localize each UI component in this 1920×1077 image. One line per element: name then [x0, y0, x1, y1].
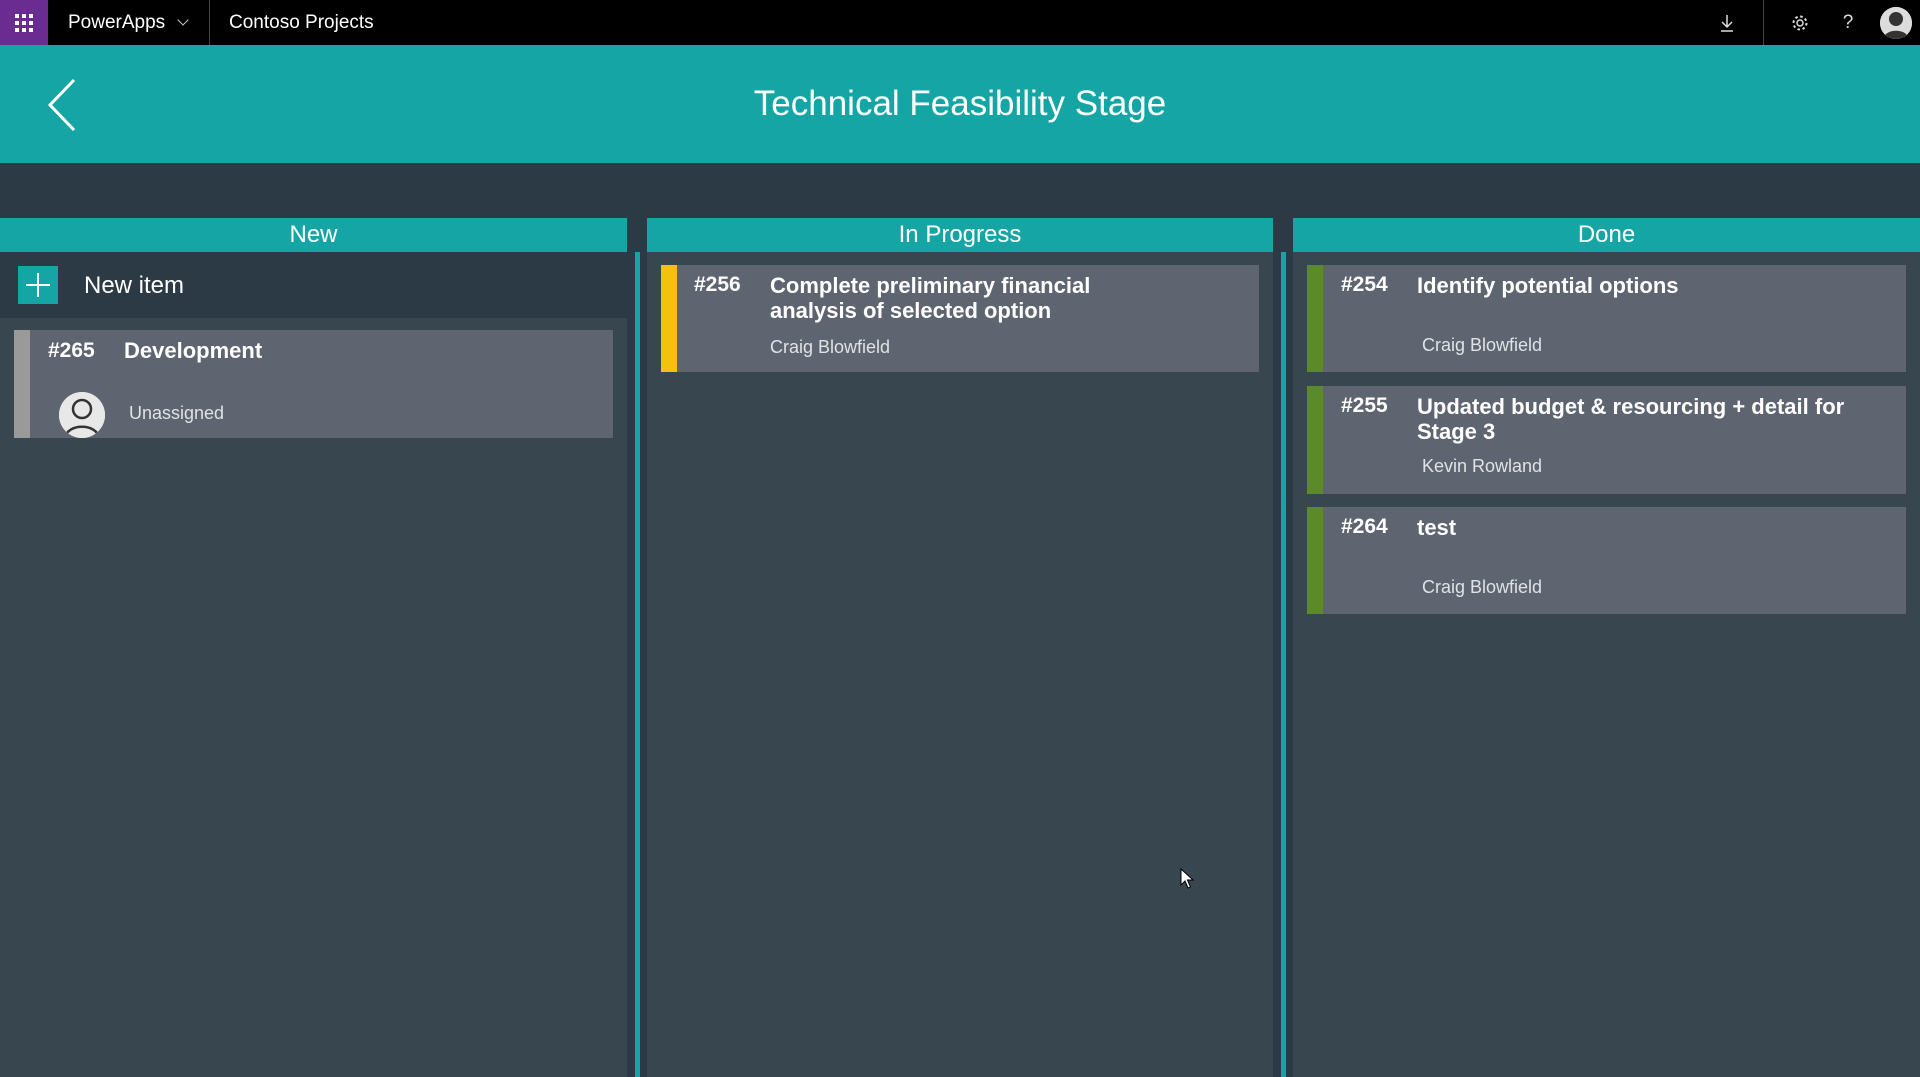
card-264[interactable]: #264 test Craig Blowfield — [1307, 507, 1906, 614]
column-header-done: Done — [1293, 218, 1920, 252]
page-header: Technical Feasibility Stage — [0, 45, 1920, 163]
card-254[interactable]: #254 Identify potential options Craig Bl… — [1307, 265, 1906, 372]
card-assignee: Kevin Rowland — [1422, 456, 1543, 476]
divider — [1763, 0, 1764, 45]
brand-menu[interactable]: PowerApps — [48, 0, 210, 45]
status-stripe — [661, 265, 677, 372]
new-item-label: New item — [84, 272, 185, 299]
card-number: #255 — [1341, 394, 1388, 417]
page-title: Technical Feasibility Stage — [753, 84, 1167, 123]
card-title: Updated budget & resourcing + detail for… — [1417, 394, 1845, 444]
card-256[interactable]: #256 Complete preliminary financial anal… — [661, 265, 1259, 372]
chevron-down-icon — [177, 14, 189, 26]
card-title: Identify potential options — [1417, 273, 1679, 298]
card-number: #256 — [694, 273, 741, 296]
waffle-icon[interactable] — [0, 0, 48, 45]
mouse-cursor-icon — [1180, 867, 1196, 890]
card-assignee: Unassigned — [129, 403, 225, 423]
card-title: Complete preliminary financial analysis … — [770, 273, 1091, 323]
person-icon — [59, 392, 105, 438]
card-title: Development — [124, 338, 263, 363]
status-stripe — [14, 330, 30, 438]
new-item-button[interactable]: New item — [0, 252, 627, 318]
status-stripe — [1307, 265, 1323, 372]
column-header-new: New — [0, 218, 627, 252]
status-stripe — [1307, 507, 1323, 614]
settings-icon[interactable] — [1776, 0, 1824, 45]
card-255[interactable]: #255 Updated budget & resourcing + detai… — [1307, 386, 1906, 494]
card-number: #254 — [1341, 273, 1388, 296]
status-stripe — [1307, 386, 1323, 494]
card-assignee: Craig Blowfield — [770, 337, 891, 357]
card-number: #264 — [1341, 515, 1388, 538]
download-icon[interactable] — [1703, 0, 1751, 45]
card-number: #265 — [48, 339, 95, 362]
card-265[interactable]: #265 Development Unassigned — [14, 330, 613, 438]
plus-icon — [18, 266, 58, 304]
help-icon[interactable]: ? — [1824, 0, 1872, 45]
column-header-in-progress: In Progress — [647, 218, 1273, 252]
user-avatar[interactable] — [1880, 6, 1912, 39]
column-divider — [635, 252, 640, 1077]
brand-label: PowerApps — [68, 11, 166, 33]
suite-bar: PowerApps Contoso Projects ? — [0, 0, 1920, 45]
card-assignee: Craig Blowfield — [1422, 335, 1543, 355]
card-assignee: Craig Blowfield — [1422, 577, 1543, 597]
card-title: test — [1417, 515, 1457, 540]
column-divider — [1281, 252, 1286, 1077]
app-name: Contoso Projects — [229, 11, 374, 33]
